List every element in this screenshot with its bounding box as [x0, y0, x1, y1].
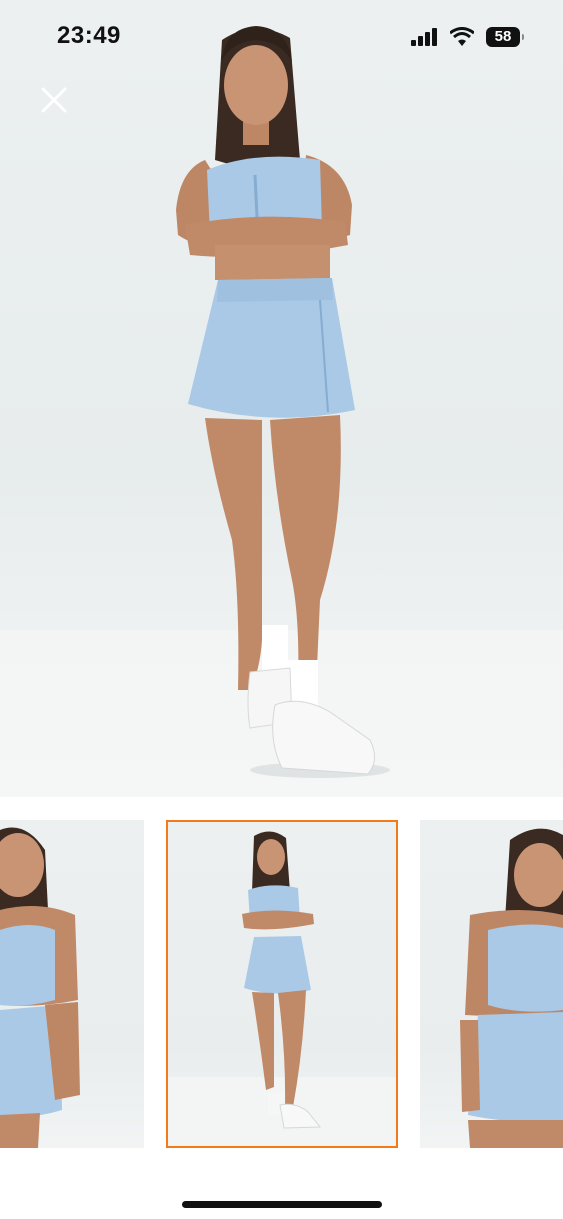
main-product-image[interactable]	[0, 0, 563, 797]
wifi-icon	[450, 27, 474, 46]
thumbnail-2-selected[interactable]	[166, 820, 398, 1148]
battery-icon: 58	[486, 27, 524, 47]
home-indicator[interactable]	[182, 1201, 382, 1208]
thumbnail-3-image	[460, 828, 563, 1148]
thumbnail-3[interactable]	[420, 820, 563, 1148]
cellular-signal-icon	[411, 28, 439, 46]
close-icon[interactable]	[38, 84, 70, 116]
model-figure	[176, 26, 390, 778]
thumbnail-1[interactable]	[0, 820, 144, 1148]
thumbnail-2-image	[168, 831, 396, 1146]
thumbnail-1-image	[0, 827, 80, 1148]
thumbnail-strip	[0, 820, 563, 1150]
status-time: 23:49	[57, 22, 121, 49]
status-bar: 23:49 58	[0, 0, 563, 75]
